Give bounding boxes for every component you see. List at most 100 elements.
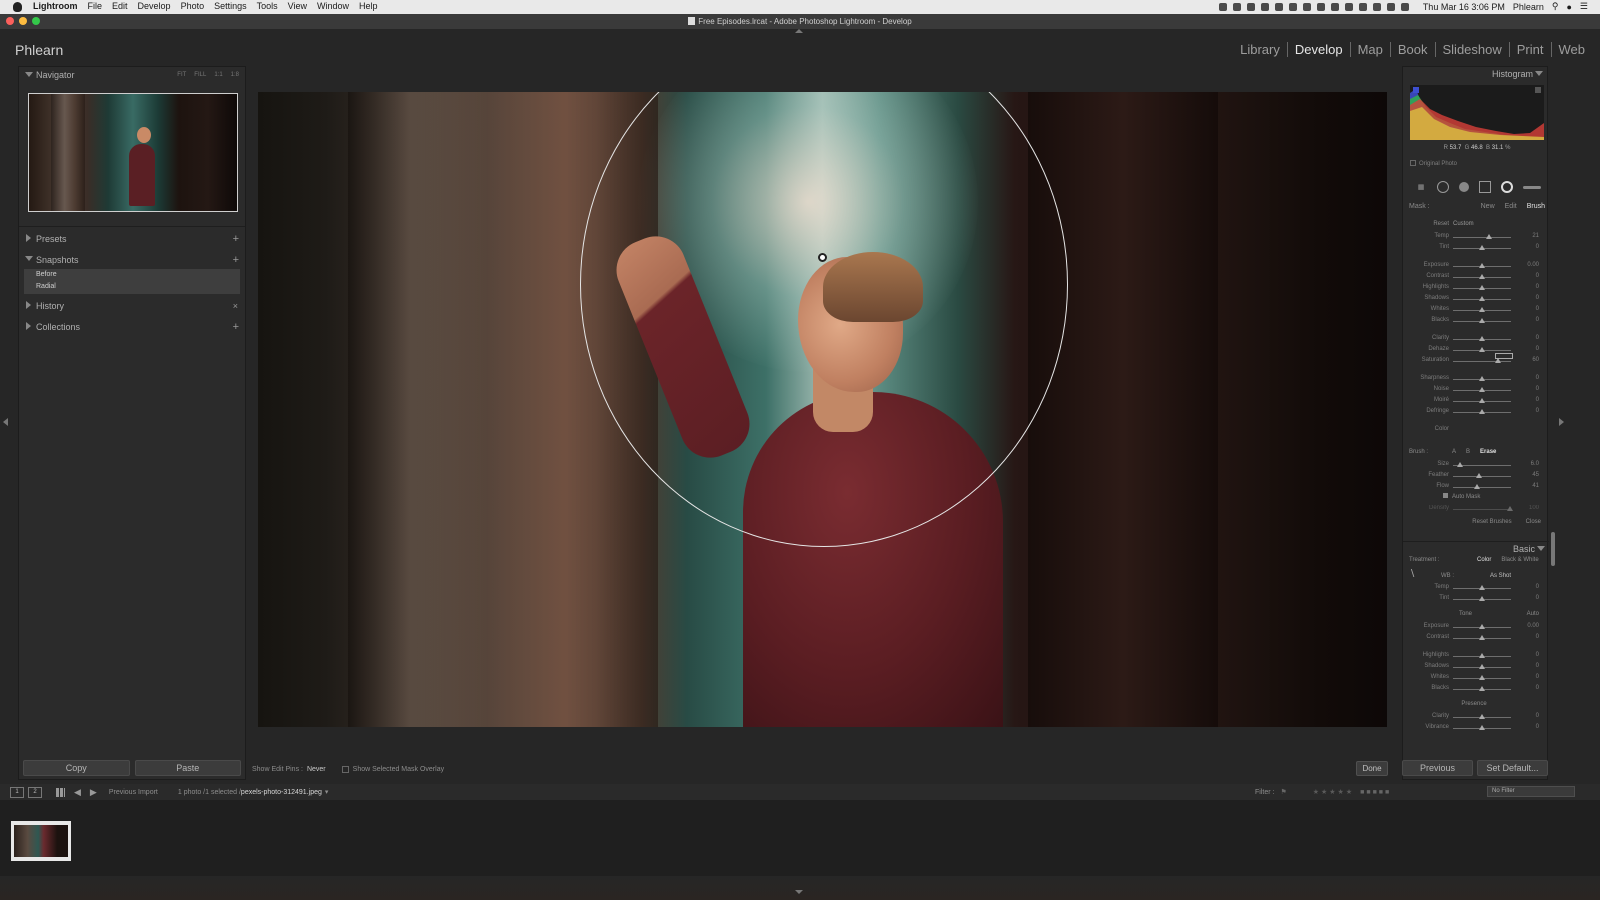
adj-slider[interactable]: Shadows 0 bbox=[1409, 294, 1545, 305]
menu-photo[interactable]: Photo bbox=[181, 1, 205, 11]
slider-value[interactable]: 0 bbox=[1536, 295, 1539, 301]
slider-knob[interactable] bbox=[1479, 285, 1485, 290]
adj-slider[interactable]: Contrast 0 bbox=[1409, 272, 1545, 283]
slider-value[interactable]: 0 bbox=[1536, 306, 1539, 312]
slider-value[interactable]: 0 bbox=[1536, 375, 1539, 381]
notification-center-icon[interactable]: ☰ bbox=[1580, 1, 1588, 12]
filmstrip-toggle-icon[interactable] bbox=[795, 890, 803, 894]
mask-new[interactable]: New bbox=[1481, 203, 1495, 213]
crop-tool-icon[interactable]: ▦ bbox=[1415, 181, 1427, 193]
treatment-bw[interactable]: Black & White bbox=[1501, 557, 1538, 569]
brush-size-slider[interactable]: Size 6.0 bbox=[1409, 460, 1545, 471]
slider-knob[interactable] bbox=[1479, 653, 1485, 658]
time-machine-icon[interactable] bbox=[1344, 2, 1353, 11]
slider-value[interactable]: 0 bbox=[1536, 685, 1539, 691]
slider-track[interactable] bbox=[1453, 487, 1511, 488]
history-section[interactable]: History × bbox=[19, 297, 245, 315]
slider-knob[interactable] bbox=[1479, 585, 1485, 590]
expand-triangle-icon[interactable] bbox=[26, 301, 31, 309]
app-icon[interactable] bbox=[1274, 2, 1283, 11]
color-swatch[interactable] bbox=[1495, 353, 1513, 359]
wifi-icon[interactable] bbox=[1372, 2, 1381, 11]
slider-value[interactable]: 100 bbox=[1529, 505, 1539, 511]
slider-value[interactable]: 0 bbox=[1536, 584, 1539, 590]
tone-auto-button[interactable]: Auto bbox=[1527, 611, 1539, 622]
rating-filter-icon[interactable]: ★★★★★ bbox=[1313, 788, 1354, 796]
eyedropper-icon[interactable]: ∖ bbox=[1409, 569, 1423, 583]
slider-track[interactable] bbox=[1453, 237, 1511, 238]
slider-value[interactable]: 0.00 bbox=[1527, 262, 1539, 268]
slider-knob[interactable] bbox=[1479, 635, 1485, 640]
adj-slider[interactable]: Temp 21 bbox=[1409, 232, 1545, 243]
zoom-window-button[interactable] bbox=[32, 17, 40, 25]
slider-value[interactable]: 0 bbox=[1536, 634, 1539, 640]
spotlight-icon[interactable]: ⚲ bbox=[1552, 1, 1559, 12]
slider-value[interactable]: 0 bbox=[1536, 663, 1539, 669]
slider-knob[interactable] bbox=[1479, 318, 1485, 323]
flag-filter-icon[interactable]: ⚑ bbox=[1280, 788, 1286, 796]
slider-value[interactable]: 0.00 bbox=[1527, 623, 1539, 629]
paste-button[interactable]: Paste bbox=[134, 760, 241, 776]
brush-feather-slider[interactable]: Feather 45 bbox=[1409, 471, 1545, 482]
display-icon[interactable] bbox=[1246, 2, 1255, 11]
edit-pins-select[interactable]: Never bbox=[307, 766, 326, 773]
basic-highlights-slider[interactable]: Highlights 0 bbox=[1409, 651, 1545, 662]
zoom-1-1[interactable]: 1:1 bbox=[214, 67, 222, 84]
slider-value[interactable]: 0 bbox=[1536, 317, 1539, 323]
minimize-window-button[interactable] bbox=[19, 17, 27, 25]
histogram-header[interactable]: Histogram bbox=[1403, 67, 1547, 81]
menu-develop[interactable]: Develop bbox=[138, 1, 171, 11]
main-window-button[interactable]: 1 bbox=[10, 786, 24, 798]
mask-brush[interactable]: Brush bbox=[1527, 203, 1545, 213]
filmstrip-thumbnail[interactable] bbox=[11, 821, 71, 861]
slider-track[interactable] bbox=[1453, 361, 1511, 362]
color-label-filter-icon[interactable]: ■■■■■ bbox=[1360, 789, 1391, 796]
red-eye-tool-icon[interactable] bbox=[1459, 182, 1469, 192]
slider-value[interactable]: 0 bbox=[1536, 674, 1539, 680]
filmstrip-filename[interactable]: pexels-photo-312491.jpeg bbox=[241, 789, 322, 796]
alert-icon[interactable] bbox=[1288, 2, 1297, 11]
module-library[interactable]: Library bbox=[1233, 42, 1288, 57]
slider-knob[interactable] bbox=[1479, 274, 1485, 279]
navigator-preview[interactable] bbox=[28, 93, 238, 212]
module-map[interactable]: Map bbox=[1351, 42, 1391, 57]
brush-b[interactable]: B bbox=[1466, 449, 1470, 460]
photoshop-icon[interactable] bbox=[1316, 2, 1325, 11]
adj-slider[interactable]: Moiré 0 bbox=[1409, 396, 1545, 407]
slider-value[interactable]: 6.0 bbox=[1531, 461, 1539, 467]
slider-track[interactable] bbox=[1453, 509, 1511, 510]
copy-button[interactable]: Copy bbox=[23, 760, 130, 776]
add-preset-icon[interactable]: + bbox=[233, 230, 239, 248]
basic-blacks-slider[interactable]: Blacks 0 bbox=[1409, 684, 1545, 695]
clear-history-icon[interactable]: × bbox=[233, 297, 238, 315]
zoom-fit[interactable]: FIT bbox=[177, 67, 186, 84]
back-arrow-icon[interactable]: ◀ bbox=[74, 787, 81, 798]
menu-view[interactable]: View bbox=[288, 1, 307, 11]
zoom-fill[interactable]: FILL bbox=[194, 67, 206, 84]
slider-value[interactable]: 45 bbox=[1532, 472, 1539, 478]
wb-select[interactable]: As Shot bbox=[1490, 573, 1511, 579]
reset-brushes-button[interactable]: Reset Brushes bbox=[1472, 519, 1511, 525]
slider-knob[interactable] bbox=[1479, 398, 1485, 403]
brush-flow-slider[interactable]: Flow 41 bbox=[1409, 482, 1545, 493]
adjustment-brush-tool-icon[interactable] bbox=[1523, 185, 1541, 189]
slider-value[interactable]: 0 bbox=[1536, 273, 1539, 279]
brush-a[interactable]: A bbox=[1452, 449, 1456, 460]
collapse-triangle-icon[interactable] bbox=[25, 72, 33, 77]
airplay-icon[interactable] bbox=[1386, 2, 1395, 11]
slider-knob[interactable] bbox=[1479, 624, 1485, 629]
left-panel-toggle-icon[interactable] bbox=[3, 418, 8, 426]
dropbox-icon[interactable] bbox=[1330, 2, 1339, 11]
adj-slider[interactable]: Exposure 0.00 bbox=[1409, 261, 1545, 272]
histogram-graph[interactable] bbox=[1410, 85, 1544, 140]
color-row[interactable]: Color bbox=[1409, 425, 1545, 436]
effect-reset-label[interactable]: Reset bbox=[1409, 221, 1449, 227]
collections-section[interactable]: Collections + bbox=[19, 318, 245, 336]
radial-filter-pin[interactable] bbox=[818, 253, 827, 262]
eject-icon[interactable] bbox=[1400, 2, 1409, 11]
snapshot-item[interactable]: Before bbox=[24, 269, 240, 281]
slider-knob[interactable] bbox=[1479, 347, 1485, 352]
auto-mask-toggle[interactable]: Auto Mask bbox=[1443, 493, 1545, 504]
basic-shadows-slider[interactable]: Shadows 0 bbox=[1409, 662, 1545, 673]
slider-value[interactable]: 0 bbox=[1536, 284, 1539, 290]
